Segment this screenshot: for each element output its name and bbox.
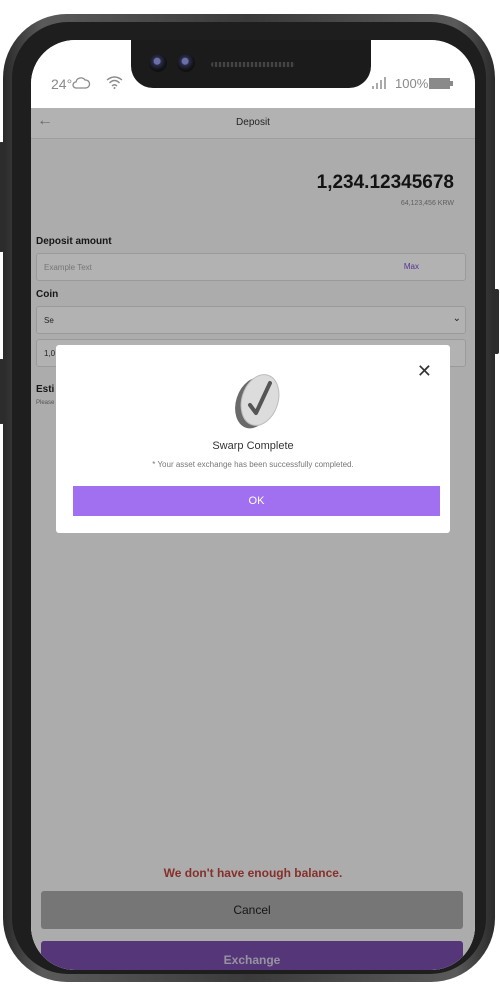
modal-message: * Your asset exchange has been successfu… [152, 460, 354, 469]
speaker-grille [211, 62, 295, 67]
check-coin-icon [235, 374, 280, 429]
sensor-icon [177, 54, 195, 72]
notch [131, 40, 371, 88]
ok-button[interactable]: OK [73, 486, 440, 516]
signal-icon [372, 77, 386, 89]
cloud-icon [72, 77, 91, 89]
swap-complete-modal: ✕ Swarp Complete * Your asset exchange h… [56, 345, 450, 533]
battery-percent: 100% [395, 76, 429, 91]
side-button [494, 289, 499, 354]
close-icon[interactable]: ✕ [417, 361, 432, 382]
wifi-icon [106, 76, 123, 89]
status-bar: 24° 100% [31, 40, 475, 108]
temperature: 24° [51, 76, 73, 92]
battery-icon [429, 78, 453, 89]
phone-frame: 24° 100% ← Deposit 1,234.12345678 64,123… [0, 14, 499, 982]
power-button [0, 359, 4, 424]
screen: 24° 100% ← Deposit 1,234.12345678 64,123… [31, 40, 475, 970]
volume-button [0, 142, 4, 252]
modal-overlay[interactable] [31, 108, 475, 970]
camera-icon [149, 54, 167, 72]
app-content: ← Deposit 1,234.12345678 64,123,456 KRW … [31, 108, 475, 970]
modal-title: Swarp Complete [212, 440, 294, 452]
